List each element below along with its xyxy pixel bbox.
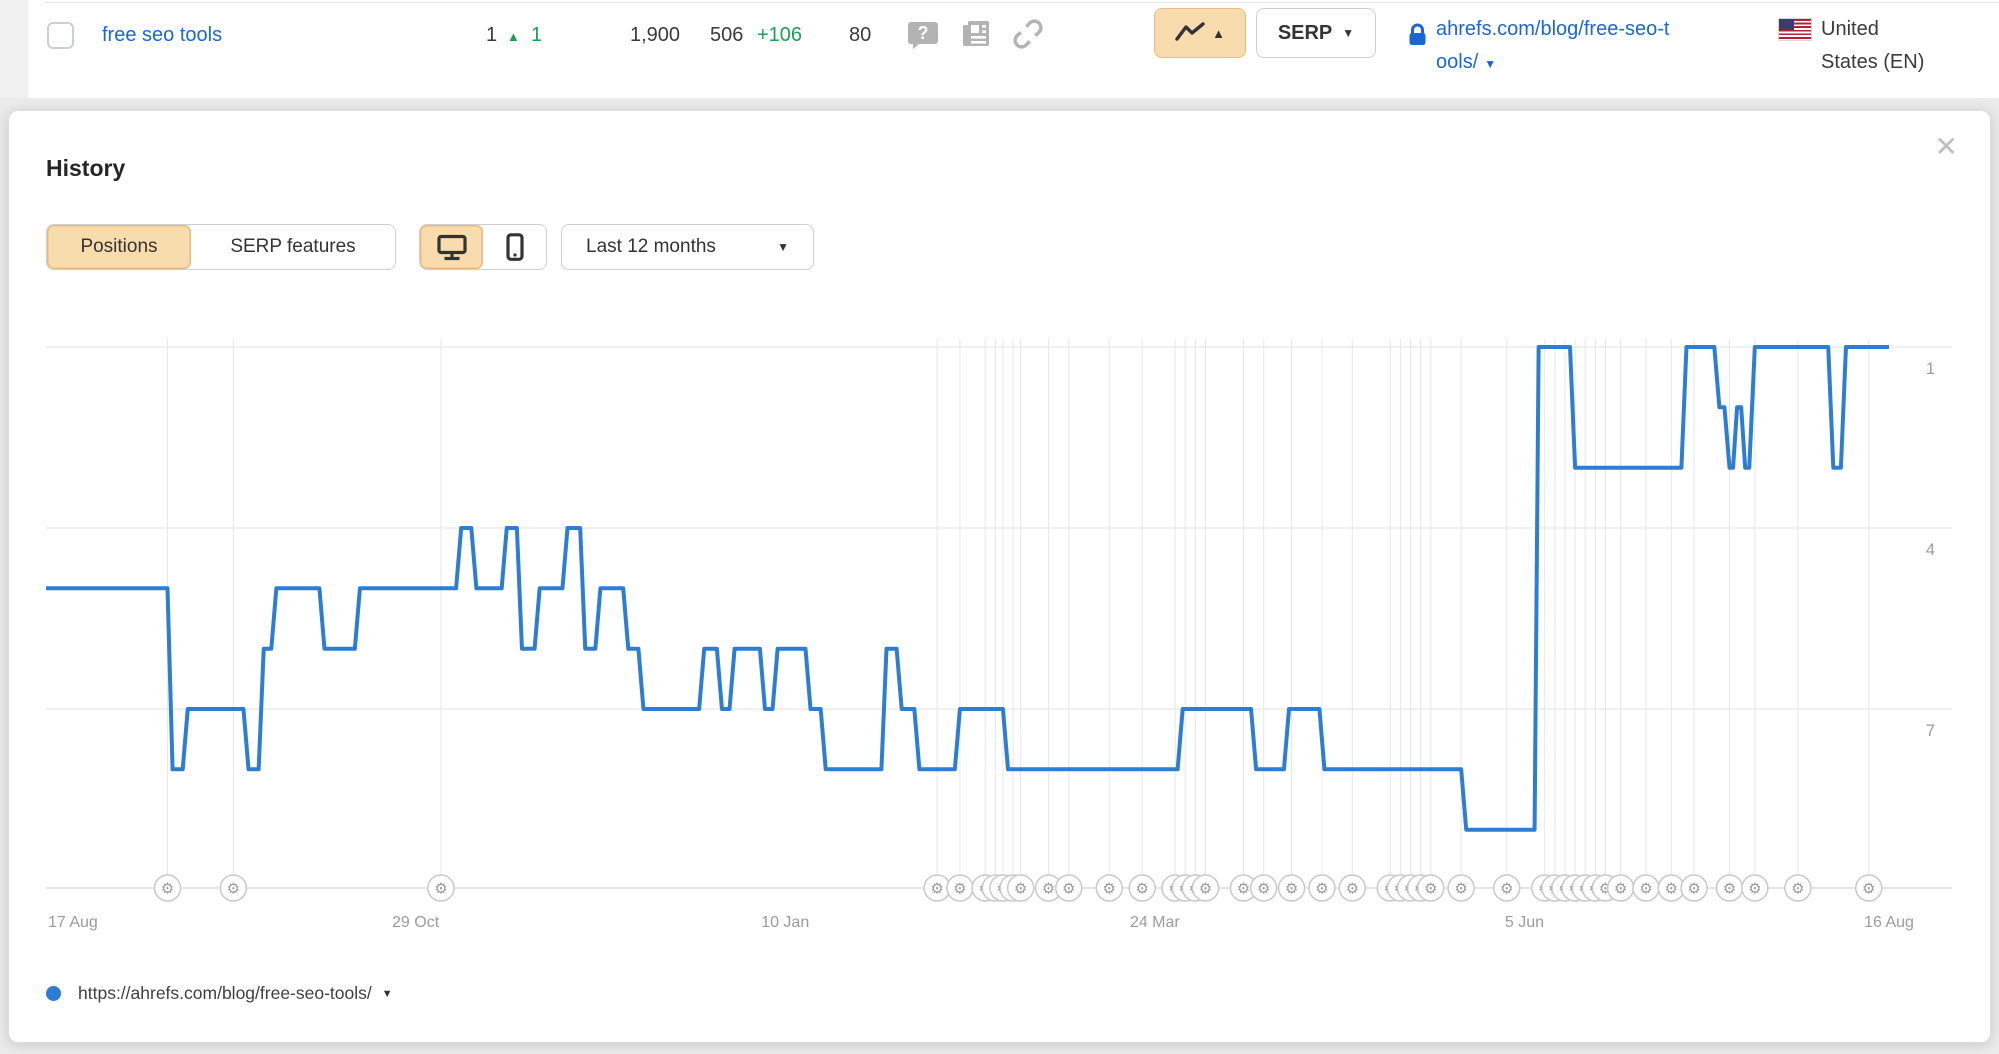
- gear-icon: ⚙: [1237, 881, 1250, 898]
- country-label: United States (EN): [1821, 13, 1933, 79]
- kd-value: 80: [849, 24, 871, 47]
- url-caret-icon: ▼: [1484, 57, 1496, 71]
- gear-icon: ⚙: [1199, 881, 1212, 898]
- row-divider: [45, 2, 1999, 3]
- flag-canton: [1779, 19, 1794, 30]
- position-history-button[interactable]: ▲: [1154, 8, 1246, 58]
- serp-dropdown-button[interactable]: SERP ▼: [1256, 8, 1376, 58]
- gear-icon: ⚙: [1042, 881, 1055, 898]
- legend-caret-icon: ▼: [382, 988, 393, 1000]
- x-tick-label: 10 Jan: [761, 914, 809, 931]
- x-tick-label: 29 Oct: [392, 914, 440, 931]
- traffic-change: +106: [757, 24, 802, 47]
- keyword-link[interactable]: free seo tools: [102, 24, 222, 47]
- row-left-gutter: [0, 0, 28, 98]
- gear-icon: ⚙: [227, 881, 240, 898]
- chart-legend[interactable]: https://ahrefs.com/blog/free-seo-tools/ …: [46, 983, 393, 1004]
- copy-icon[interactable]: [958, 16, 994, 52]
- gear-icon: ⚙: [1723, 881, 1736, 898]
- x-tick-label: 5 Jun: [1505, 914, 1544, 931]
- position-value: 1: [486, 24, 497, 47]
- position-line: [46, 347, 1889, 830]
- y-tick-label: 4: [1926, 541, 1935, 559]
- gear-icon: ⚙: [1748, 881, 1761, 898]
- gear-icon: ⚙: [1315, 881, 1328, 898]
- gear-icon: ⚙: [1103, 881, 1116, 898]
- target-url-link[interactable]: ahrefs.com/blog/free-seo-t ools/ ▼: [1436, 13, 1754, 81]
- gear-icon: ⚙: [1454, 881, 1467, 898]
- gear-icon: ⚙: [1614, 881, 1627, 898]
- gear-icon: ⚙: [1257, 881, 1270, 898]
- gear-icon: ⚙: [434, 881, 447, 898]
- position-history-chart: ⚙⚙⚙⚙⚙⚙⚙⚙⚙⚙⚙⚙⚙⚙⚙⚙⚙⚙⚙⚙⚙⚙⚙⚙⚙⚙⚙⚙⚙⚙⚙⚙⚙⚙⚙⚙⚙⚙⚙⚙…: [9, 111, 1992, 1044]
- gear-icon: ⚙: [161, 881, 174, 898]
- trend-up-icon: ▲: [1212, 26, 1225, 41]
- volume-value: 1,900: [630, 24, 680, 47]
- gear-icon: ⚙: [1346, 881, 1359, 898]
- chevron-down-icon: ▼: [1342, 26, 1354, 40]
- url-line2: ools/: [1436, 51, 1478, 73]
- row-checkbox[interactable]: [47, 22, 74, 49]
- link-icon[interactable]: [1010, 16, 1046, 52]
- gear-icon: ⚙: [1014, 881, 1027, 898]
- keyword-row: free seo tools 1 ▲ 1 1,900 506 +106 80 ?…: [0, 0, 1999, 98]
- gear-icon: ⚙: [1424, 881, 1437, 898]
- lock-icon: [1408, 23, 1427, 47]
- position-change: 1: [531, 24, 542, 47]
- y-tick-label: 1: [1926, 360, 1935, 378]
- gear-icon: ⚙: [1062, 881, 1075, 898]
- gear-icon: ⚙: [1862, 881, 1875, 898]
- y-tick-label: 7: [1926, 722, 1935, 740]
- url-line1: ahrefs.com/blog/free-seo-t: [1436, 18, 1669, 40]
- x-tick-label: 24 Mar: [1130, 914, 1180, 931]
- gear-icon: ⚙: [1135, 881, 1148, 898]
- gear-icon: ⚙: [1639, 881, 1652, 898]
- gear-icon: ⚙: [930, 881, 943, 898]
- gear-icon: ⚙: [1791, 881, 1804, 898]
- svg-text:?: ?: [918, 23, 929, 43]
- x-tick-label: 17 Aug: [48, 914, 98, 931]
- trend-line-icon: [1175, 22, 1205, 44]
- gear-icon: ⚙: [1687, 881, 1700, 898]
- gear-icon: ⚙: [1500, 881, 1513, 898]
- gear-icon: ⚙: [1285, 881, 1298, 898]
- help-icon[interactable]: ?: [905, 16, 941, 52]
- traffic-value: 506: [710, 24, 743, 47]
- x-tick-label: 16 Aug: [1864, 914, 1914, 931]
- gear-icon: ⚙: [1665, 881, 1678, 898]
- legend-url: https://ahrefs.com/blog/free-seo-tools/: [78, 983, 372, 1004]
- us-flag-icon: [1778, 18, 1812, 41]
- position-up-icon: ▲: [507, 29, 520, 44]
- series-color-dot: [46, 986, 61, 1001]
- gear-icon: ⚙: [953, 881, 966, 898]
- history-panel: ✕ History Positions SERP features: [8, 110, 1991, 1043]
